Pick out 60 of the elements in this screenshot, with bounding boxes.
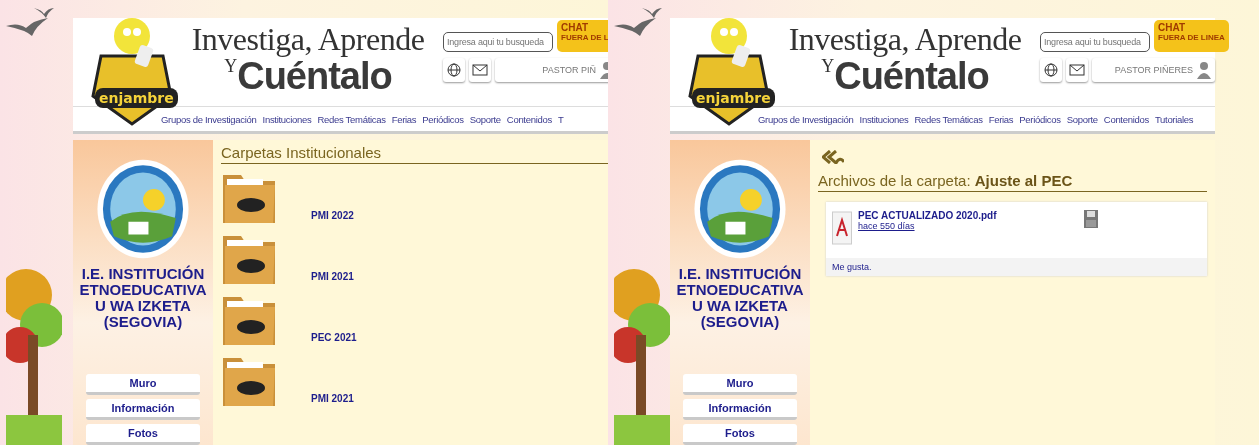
avatar-icon <box>1196 61 1212 79</box>
institution-name: I.E. INSTITUCIÓN ETNOEDUCATIVA U WA IZKETA (SEGOVIA) <box>675 266 805 330</box>
user-menu[interactable]: PASTOR PIÑ <box>495 58 608 82</box>
site-title: Investiga, Aprende <box>191 22 425 56</box>
nav-link[interactable]: Instituciones <box>262 113 312 125</box>
site-title: Cuéntalo <box>834 56 989 96</box>
birds-drawing <box>614 8 662 36</box>
chat-widget[interactable]: CHAT FUERA DE L <box>557 20 608 52</box>
nav-link[interactable]: Periódicos <box>422 113 464 125</box>
site-title: Y <box>821 56 835 76</box>
file-date-link[interactable]: hace 550 días <box>858 221 1078 231</box>
sidebar-menu-item[interactable]: Fotos <box>86 424 200 445</box>
nav-link[interactable]: Grupos de Investigación <box>758 113 854 125</box>
nav-link[interactable]: Soporte <box>1066 113 1098 125</box>
nav-link[interactable]: Ferias <box>391 113 417 125</box>
section-title: Archivos de la carpeta: Ajuste al PEC <box>818 172 1207 192</box>
mail-button[interactable] <box>1066 58 1088 82</box>
nav-link[interactable]: Contenidos <box>506 113 552 125</box>
folder-link[interactable]: PMI 2021 <box>311 393 354 408</box>
institution-name: I.E. INSTITUCIÓN ETNOEDUCATIVA U WA IZKETA (SEGOVIA) <box>78 266 208 330</box>
file-name[interactable]: PEC ACTUALIZADO 2020.pdf <box>858 210 1078 221</box>
site-title: Y <box>224 56 238 76</box>
nav-link[interactable]: Tutoriales <box>1154 113 1194 125</box>
envelope-icon <box>472 64 488 76</box>
search-field[interactable]: Ingresa aqui tu busqueda <box>443 32 553 52</box>
sidebar-menu-item[interactable]: Muro <box>86 374 200 395</box>
globe-icon <box>447 63 461 77</box>
birds-drawing <box>6 8 54 36</box>
nav-link[interactable]: Contenidos <box>1103 113 1149 125</box>
pdf-icon <box>832 210 852 246</box>
like-link[interactable]: Me gusta. <box>826 258 1207 276</box>
nav-link[interactable]: Ferias <box>988 113 1014 125</box>
nav-link[interactable]: Soporte <box>469 113 501 125</box>
folder-link[interactable]: PMI 2021 <box>311 271 354 286</box>
envelope-icon <box>1069 64 1085 76</box>
nav-link[interactable]: Grupos de Investigación <box>161 113 257 125</box>
search-field[interactable]: Ingresa aqui tu busqueda <box>1040 32 1150 52</box>
nav-link[interactable]: Redes Temáticas <box>317 113 386 125</box>
folder-link[interactable]: PMI 2022 <box>311 210 354 225</box>
language-button[interactable] <box>443 58 465 82</box>
save-icon[interactable] <box>1084 210 1098 228</box>
logo-wordmark: enjambre <box>692 88 775 108</box>
sidebar-menu-item[interactable]: Muro <box>683 374 797 395</box>
sidebar-menu-item[interactable]: Fotos <box>683 424 797 445</box>
nav-link[interactable]: T <box>557 113 564 125</box>
site-title: Cuéntalo <box>237 56 392 96</box>
nav-link[interactable]: Redes Temáticas <box>914 113 983 125</box>
sidebar-menu-item[interactable]: Información <box>683 399 797 420</box>
nav-link[interactable]: Instituciones <box>859 113 909 125</box>
nav-link[interactable]: Periódicos <box>1019 113 1061 125</box>
globe-icon <box>1044 63 1058 77</box>
site-title: Investiga, Aprende <box>788 22 1022 56</box>
chat-widget[interactable]: CHAT FUERA DE LINEA <box>1154 20 1229 52</box>
mail-button[interactable] <box>469 58 491 82</box>
folder-link[interactable]: PEC 2021 <box>311 332 357 347</box>
language-button[interactable] <box>1040 58 1062 82</box>
sidebar-menu-item[interactable]: Información <box>86 399 200 420</box>
logo-wordmark: enjambre <box>95 88 178 108</box>
user-menu[interactable]: PASTOR PIÑERES <box>1092 58 1215 82</box>
back-arrow-icon[interactable] <box>822 150 844 164</box>
